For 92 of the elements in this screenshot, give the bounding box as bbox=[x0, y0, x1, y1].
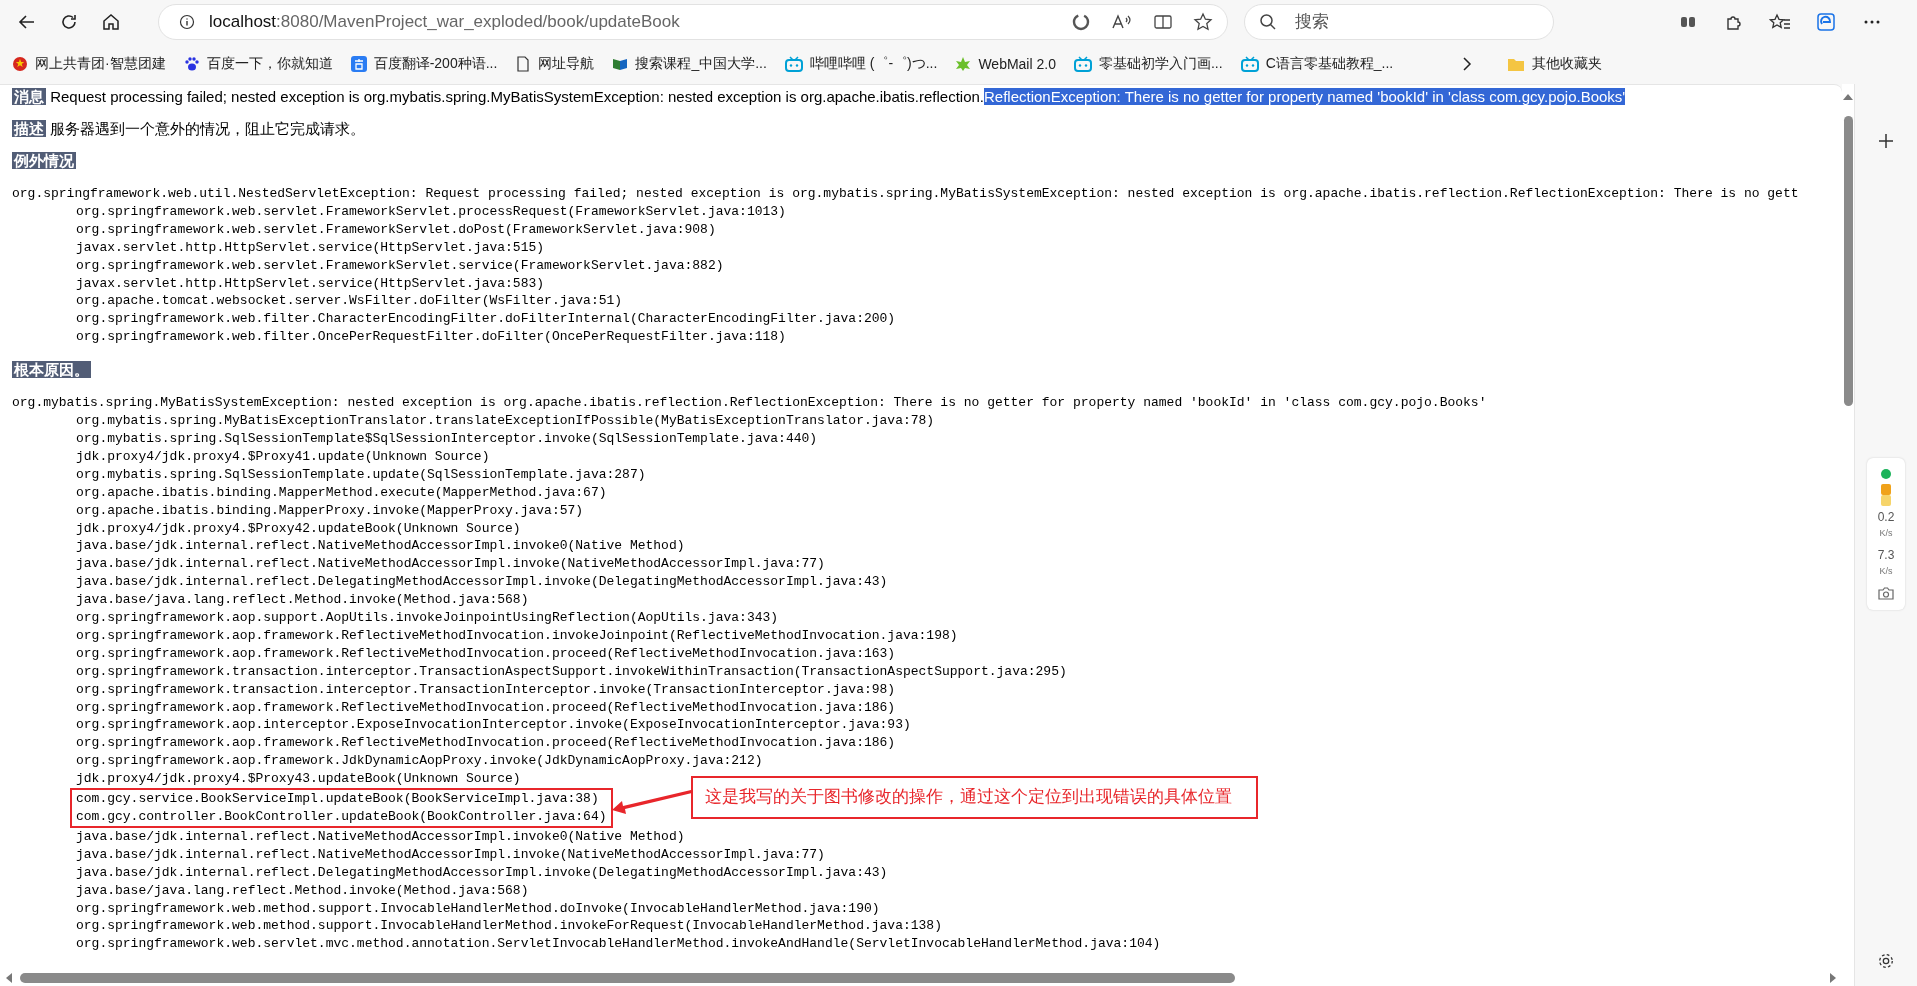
stack-frame-line: org.springframework.web.method.support.InvocableHandlerMethod.invokeForRequest(InvocableHandlerMethod.java:138) bbox=[75, 917, 943, 936]
address-bar[interactable]: localhost:8080/MavenProject_war_exploded/book/updateBook bbox=[158, 4, 1228, 40]
refresh-icon[interactable] bbox=[59, 12, 79, 32]
scrollbar-thumb[interactable] bbox=[20, 973, 1235, 983]
search-input[interactable]: 搜索 bbox=[1295, 7, 1515, 37]
scrollbar-thumb[interactable] bbox=[1843, 116, 1853, 406]
stack-frame-line: org.springframework.web.servlet.FrameworkServlet.service(FrameworkServlet.java:882) bbox=[75, 256, 725, 275]
stack-frame-line: org.springframework.aop.framework.ReflectiveMethodInvocation.invokeJoinpoint(ReflectiveMethodInvocation.java:198) bbox=[75, 626, 959, 645]
settings-icon[interactable] bbox=[1877, 951, 1895, 971]
upload-speed: 0.2 bbox=[1877, 510, 1895, 524]
refresh-circle-icon[interactable] bbox=[1071, 12, 1091, 32]
stack-trace-line: org.mybatis.spring.MyBatisSystemException: nested exception is org.apache.ibatis.reflection.ReflectionException: There is no getter for property named 'bookId' in 'class com.gcy.pojo.Books' bbox=[12, 394, 1488, 413]
bookmark-folder[interactable]: 其他收藏夹 bbox=[1505, 51, 1615, 77]
stack-frame-line: java.base/java.lang.reflect.Method.invoke(Method.java:568) bbox=[75, 591, 530, 610]
annotation-callout: 这是我写的关于图书修改的操作，通过这个定位到出现错误的具体位置 bbox=[690, 776, 1258, 820]
tv-icon bbox=[1240, 56, 1259, 72]
scroll-right-icon[interactable] bbox=[1828, 972, 1838, 984]
stack-frame-line: java.base/jdk.internal.reflect.DelegatingMethodAccessorImpl.invoke(DelegatingMethodAccessorImpl.java:43) bbox=[75, 863, 889, 882]
description-text: 描述 服务器遇到一个意外的情况，阻止它完成请求。 bbox=[12, 119, 367, 139]
stack-frame-line: org.mybatis.spring.SqlSessionTemplate.update(SqlSessionTemplate.java:287) bbox=[75, 465, 647, 484]
stack-frame-line: org.mybatis.spring.SqlSessionTemplate$SqlSessionInterceptor.invoke(SqlSessionTemplate.java:440) bbox=[75, 429, 819, 448]
bookmark-item[interactable]: 网址导航 bbox=[513, 51, 607, 77]
stack-frame-line: org.springframework.transaction.interceptor.TransactionAspectSupport.invokeWithinTransaction(TransactionAspectSupport.java:295) bbox=[75, 662, 1068, 681]
translate-icon bbox=[350, 56, 367, 72]
stack-frame-line: java.base/jdk.internal.reflect.NativeMethodAccessorImpl.invoke0(Native Method) bbox=[75, 827, 686, 846]
meter-icon bbox=[1881, 484, 1891, 506]
download-speed: 7.3 bbox=[1877, 548, 1895, 562]
stack-frame-line: java.base/jdk.internal.reflect.NativeMethodAccessorImpl.invoke(NativeMethodAccessorImpl.java:77) bbox=[75, 845, 826, 864]
stack-frame-line: java.base/jdk.internal.reflect.NativeMethodAccessorImpl.invoke0(Native Method) bbox=[75, 537, 686, 556]
stack-frame-line: org.springframework.web.servlet.mvc.method.annotation.ServletInvocableHandlerMethod.invokeAndHandle(ServletInvocableHandlerMethod.java:104) bbox=[75, 935, 1162, 954]
bookmark-item[interactable]: 百度翻译-200种语... bbox=[348, 51, 510, 77]
stack-frame-line: jdk.proxy4/jdk.proxy4.$Proxy42.updateBook(Unknown Source) bbox=[75, 519, 522, 538]
url-text: localhost:8080/MavenProject_war_exploded/book/updateBook bbox=[209, 12, 681, 32]
message-text: 消息 Request processing failed; nested exception is org.mybatis.spring.MyBatisSystemException: nested exception is org.apache.ibatis.reflection.ReflectionException: There is no getter for property named 'bookId' in 'class com.gcy.pojo.Books' bbox=[12, 87, 1627, 107]
speed-unit: K/s bbox=[1879, 528, 1893, 538]
speed-unit: K/s bbox=[1879, 566, 1893, 576]
bookmark-item[interactable]: 网上共青团·智慧团建 bbox=[10, 51, 178, 77]
stack-frame-line: org.springframework.aop.framework.ReflectiveMethodInvocation.proceed(ReflectiveMethodInvocation.java:186) bbox=[75, 734, 897, 753]
leaf-icon bbox=[955, 56, 972, 72]
bookmark-item[interactable]: 百度一下，你就知道 bbox=[181, 51, 345, 77]
stack-frame-line: jdk.proxy4/jdk.proxy4.$Proxy43.updateBook(Unknown Source) bbox=[75, 770, 522, 789]
stack-frame-line: org.springframework.web.filter.OncePerRequestFilter.doFilter(OncePerRequestFilter.java:118) bbox=[75, 328, 787, 347]
section-heading: 根本原因。 bbox=[12, 361, 91, 379]
stack-frame-line: org.springframework.web.filter.CharacterEncodingFilter.doFilterInternal(CharacterEncodingFilter.java:200) bbox=[75, 310, 897, 329]
status-dot-icon bbox=[1880, 468, 1892, 480]
stack-frame-line: com.gcy.controller.BookController.updateBook(BookController.java:64) bbox=[76, 808, 607, 826]
stack-frame-line: javax.servlet.http.HttpServlet.service(HttpServlet.java:515) bbox=[75, 238, 546, 257]
bookmark-item[interactable]: C语言零基础教程_... bbox=[1238, 51, 1406, 77]
stack-frame-line: org.springframework.aop.framework.JdkDynamicAopProxy.invoke(JdkDynamicAopProxy.java:212) bbox=[75, 752, 764, 771]
paw-icon bbox=[183, 56, 200, 72]
stack-frame-line: javax.servlet.http.HttpServlet.service(HttpServlet.java:583) bbox=[75, 274, 546, 293]
stack-frame-line: jdk.proxy4/jdk.proxy4.$Proxy41.update(Unknown Source) bbox=[75, 447, 491, 466]
stack-frame-line: org.apache.ibatis.binding.MapperProxy.invoke(MapperProxy.java:57) bbox=[75, 501, 585, 520]
stack-frame-line: org.springframework.web.servlet.FrameworkServlet.processRequest(FrameworkServlet.java:1013) bbox=[75, 202, 787, 221]
stack-frame-line: org.springframework.aop.interceptor.ExposeInvocationInterceptor.invoke(ExposeInvocationInterceptor.java:93) bbox=[75, 716, 912, 735]
tv-icon bbox=[1073, 56, 1092, 72]
scroll-left-icon[interactable] bbox=[4, 972, 14, 984]
bookmark-item[interactable]: 搜索课程_中国大学... bbox=[610, 51, 779, 77]
stack-frame-line: org.springframework.aop.framework.ReflectiveMethodInvocation.proceed(ReflectiveMethodInvocation.java:186) bbox=[75, 698, 897, 717]
stack-frame-line: java.base/java.lang.reflect.Method.invoke(Method.java:568) bbox=[75, 881, 530, 900]
browser-logo-icon[interactable] bbox=[1816, 12, 1836, 32]
stack-frame-line: org.springframework.web.servlet.FrameworkServlet.doPost(FrameworkServlet.java:908) bbox=[75, 220, 717, 239]
bookmark-item[interactable]: 零基础初学入门画... bbox=[1071, 51, 1235, 77]
stack-frame-line: org.apache.ibatis.binding.MapperMethod.execute(MapperMethod.java:67) bbox=[75, 483, 608, 502]
folder-icon bbox=[1507, 56, 1526, 72]
page-icon bbox=[515, 56, 532, 72]
stack-trace-line: org.springframework.web.util.NestedServletException: Request processing failed; nested exception is org.mybatis.spring.MyBatisSystemException: nested exception is org.apache.ibatis.reflection.ReflectionException: There is no gett bbox=[12, 185, 1800, 203]
tv-icon bbox=[784, 56, 803, 72]
reader-view-icon[interactable] bbox=[1153, 12, 1173, 32]
stack-frame-line: java.base/jdk.internal.reflect.NativeMethodAccessorImpl.invoke(NativeMethodAccessorImpl.java:77) bbox=[75, 555, 826, 574]
stack-frame-line: org.apache.tomcat.websocket.server.WsFilter.doFilter(WsFilter.java:51) bbox=[75, 292, 624, 311]
book-icon bbox=[612, 56, 629, 72]
bookmark-item[interactable]: WebMail 2.0 bbox=[953, 52, 1068, 76]
stack-frame-line: org.springframework.aop.framework.ReflectiveMethodInvocation.proceed(ReflectiveMethodInvocation.java:163) bbox=[75, 644, 897, 663]
emblem-icon bbox=[12, 56, 28, 72]
stack-frame-line: org.mybatis.spring.MyBatisExceptionTranslator.translateExceptionIfPossible(MyBatisExceptionTranslator.java:78) bbox=[75, 412, 936, 430]
camera-icon[interactable] bbox=[1878, 586, 1894, 600]
stack-frame-line: org.springframework.web.method.support.InvocableHandlerMethod.doInvoke(InvocableHandlerMethod.java:190) bbox=[75, 899, 881, 918]
search-icon bbox=[1259, 13, 1277, 31]
stack-frame-line: java.base/jdk.internal.reflect.DelegatingMethodAccessorImpl.invoke(DelegatingMethodAccessorImpl.java:43) bbox=[75, 573, 889, 592]
stack-frame-line: com.gcy.service.BookServiceImpl.updateBook(BookServiceImpl.java:38) bbox=[76, 790, 600, 808]
stack-frame-line: org.springframework.aop.support.AopUtils.invokeJoinpointUsingReflection(AopUtils.java:343) bbox=[75, 609, 780, 627]
info-icon bbox=[179, 14, 195, 30]
bookmark-item[interactable]: 哔哩哔哩 (゜-゜)つ... bbox=[782, 51, 950, 77]
search-field[interactable]: 搜索 bbox=[1244, 4, 1554, 40]
stack-frame-line: org.springframework.transaction.interceptor.TransactionInterceptor.invoke(TransactionInterceptor.java:98) bbox=[75, 680, 897, 699]
plus-icon[interactable] bbox=[1877, 132, 1895, 150]
scroll-up-icon[interactable] bbox=[1842, 92, 1854, 102]
star-icon[interactable] bbox=[1193, 12, 1213, 32]
section-heading: 例外情况 bbox=[12, 152, 76, 169]
home-icon[interactable] bbox=[101, 12, 121, 32]
favorites-icon[interactable] bbox=[1769, 12, 1791, 32]
